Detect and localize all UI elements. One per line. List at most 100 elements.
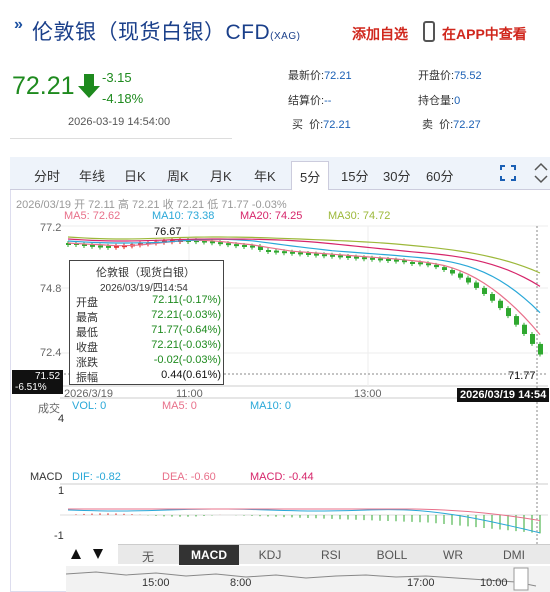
tab-yearly-k[interactable]: 年K (254, 166, 276, 185)
indicator-bar: 无 MACD KDJ RSI BOLL WR DMI (118, 544, 550, 565)
price-change-pct: -4.18% (102, 91, 144, 106)
x-axis-tick: 2026/3/19 (64, 388, 113, 400)
stat-value: 75.52 (454, 70, 482, 82)
period-tabs: 分时 年线 日K 周K 月K 年K 5分 15分 30分 60分 (10, 157, 550, 190)
macd-axis-tick: 1 (58, 485, 65, 497)
current-price: 72.21 (12, 72, 75, 100)
high-marker: 76.67 (154, 226, 182, 238)
price-axis-tick: 77.2 (40, 222, 62, 234)
stat-latest: 最新价:72.21 (288, 67, 352, 83)
timeline-tick: 8:00 (230, 577, 252, 589)
tooltip-key: 涨跌 (76, 357, 98, 369)
scroll-arrows-icon[interactable] (532, 161, 550, 185)
volume-label: 成交 (38, 403, 60, 415)
tooltip-row: 最高 72.21(-0.03%) (76, 309, 221, 324)
tooltip-name: 伦敦银（现货白银） (96, 267, 195, 279)
low-marker: 71.77 (508, 370, 536, 382)
timeline-tick: 10:00 (480, 577, 508, 589)
candle-tooltip: 伦敦银（现货白银） 2026/03/19/四14:54 开盘 72.11(-0.1… (69, 260, 224, 385)
price-axis-tick: 74.8 (40, 283, 62, 295)
ma10-label: MA10: 73.38 (152, 210, 215, 222)
indicator-boll[interactable]: BOLL (362, 545, 422, 565)
stat-value: 72.21 (324, 70, 352, 82)
view-in-app-link[interactable]: 在APP中查看 (442, 24, 527, 44)
x-axis-tick: 11:00 (176, 388, 203, 400)
macd-label: MACD (30, 471, 63, 483)
scroll-up-icon[interactable] (70, 548, 82, 560)
stat-value: 72.27 (453, 119, 481, 131)
down-arrow-icon (78, 74, 100, 98)
tab-60min[interactable]: 60分 (426, 166, 453, 185)
quote-timestamp: 2026-03-19 14:54:00 (68, 116, 171, 128)
divider (10, 138, 232, 139)
price-axis-tick: 72.4 (40, 347, 62, 359)
scroll-down-icon[interactable] (92, 548, 104, 560)
tooltip-key: 开盘 (76, 297, 98, 309)
vol-ma5: MA5: 0 (162, 400, 197, 412)
stat-open-interest: 持仓量:0 (418, 92, 460, 108)
tooltip-key: 收盘 (76, 342, 98, 354)
indicator-wr[interactable]: WR (423, 545, 483, 565)
tooltip-value: 0.44(0.61%) (161, 369, 221, 381)
tooltip-key: 最低 (76, 327, 98, 339)
header: » 伦敦银（现货白银）CFD(XAG) 添加自选 在APP中查看 (0, 0, 550, 60)
stat-open: 开盘价:75.52 (418, 67, 482, 83)
stat-label: 买 价: (292, 119, 324, 131)
indicator-macd[interactable]: MACD (179, 545, 239, 565)
stat-buy: 买 价:72.21 (292, 116, 351, 132)
price-change: -3.15 (102, 70, 132, 85)
stat-settle: 结算价:-- (288, 92, 331, 108)
title-text: 伦敦银（现货白银）CFD (32, 21, 271, 44)
timeline-tick: 15:00 (142, 577, 170, 589)
macd-dea: DEA: -0.60 (162, 471, 216, 483)
tooltip-value: 72.21(-0.03%) (151, 309, 221, 321)
vol-ma10: MA10: 0 (250, 400, 291, 412)
stat-label: 结算价: (288, 95, 325, 107)
tab-5min[interactable]: 5分 (291, 161, 330, 190)
stat-value: 0 (454, 95, 461, 107)
fullscreen-icon[interactable] (500, 165, 516, 181)
tooltip-date: 2026/03/19/四14:54 (100, 283, 188, 294)
vol-value: VOL: 0 (72, 400, 107, 412)
tooltip-value: -0.02(-0.03%) (153, 354, 221, 366)
tab-year-line[interactable]: 年线 (79, 166, 105, 185)
tab-fenshi[interactable]: 分时 (34, 166, 60, 185)
ma30-label: MA30: 74.72 (328, 210, 391, 222)
stat-label: 最新价: (288, 70, 325, 82)
tab-15min[interactable]: 15分 (341, 166, 368, 185)
macd-value: MACD: -0.44 (250, 471, 314, 483)
indicator-rsi[interactable]: RSI (301, 545, 361, 565)
stat-sell: 卖 价:72.27 (422, 116, 481, 132)
tab-monthly-k[interactable]: 月K (210, 166, 232, 185)
indicator-dmi[interactable]: DMI (484, 545, 544, 565)
tooltip-key: 最高 (76, 312, 98, 324)
tooltip-value: 72.21(-0.03%) (151, 339, 221, 351)
tooltip-key: 振幅 (76, 372, 98, 384)
indicator-none[interactable]: 无 (118, 545, 178, 565)
stat-value: -- (324, 95, 332, 107)
tab-30min[interactable]: 30分 (383, 166, 410, 185)
tooltip-value: 72.11(-0.17%) (152, 294, 221, 306)
add-favorite-button[interactable]: 添加自选 (352, 24, 408, 44)
cursor-price-badge: 71.52 -6.51% (12, 370, 64, 394)
cursor-time-badge: 2026/03/19 14:54 (457, 388, 550, 402)
stat-value: 72.21 (323, 119, 351, 131)
phone-icon (423, 21, 435, 42)
tooltip-row: 开盘 72.11(-0.17%) (76, 294, 221, 309)
ma20-label: MA20: 74.25 (240, 210, 303, 222)
tooltip-row: 涨跌 -0.02(-0.03%) (76, 354, 221, 369)
indicator-kdj[interactable]: KDJ (240, 545, 300, 565)
tooltip-row: 最低 71.77(-0.64%) (76, 324, 221, 339)
macd-dif: DIF: -0.82 (72, 471, 121, 483)
stat-label: 卖 价: (422, 119, 454, 131)
ma5-label: MA5: 72.62 (64, 210, 121, 222)
page-title: 伦敦银（现货白银）CFD(XAG) (32, 16, 300, 46)
tab-weekly-k[interactable]: 周K (167, 166, 189, 185)
cursor-price: 71.52 (35, 371, 61, 382)
timeline-navigator[interactable] (66, 566, 550, 592)
tooltip-row: 振幅 0.44(0.61%) (76, 369, 221, 384)
tab-daily-k[interactable]: 日K (124, 166, 146, 185)
tooltip-value: 71.77(-0.64%) (151, 324, 221, 336)
cursor-pct: -6.51% (15, 382, 47, 393)
title-suffix: (XAG) (270, 31, 301, 42)
